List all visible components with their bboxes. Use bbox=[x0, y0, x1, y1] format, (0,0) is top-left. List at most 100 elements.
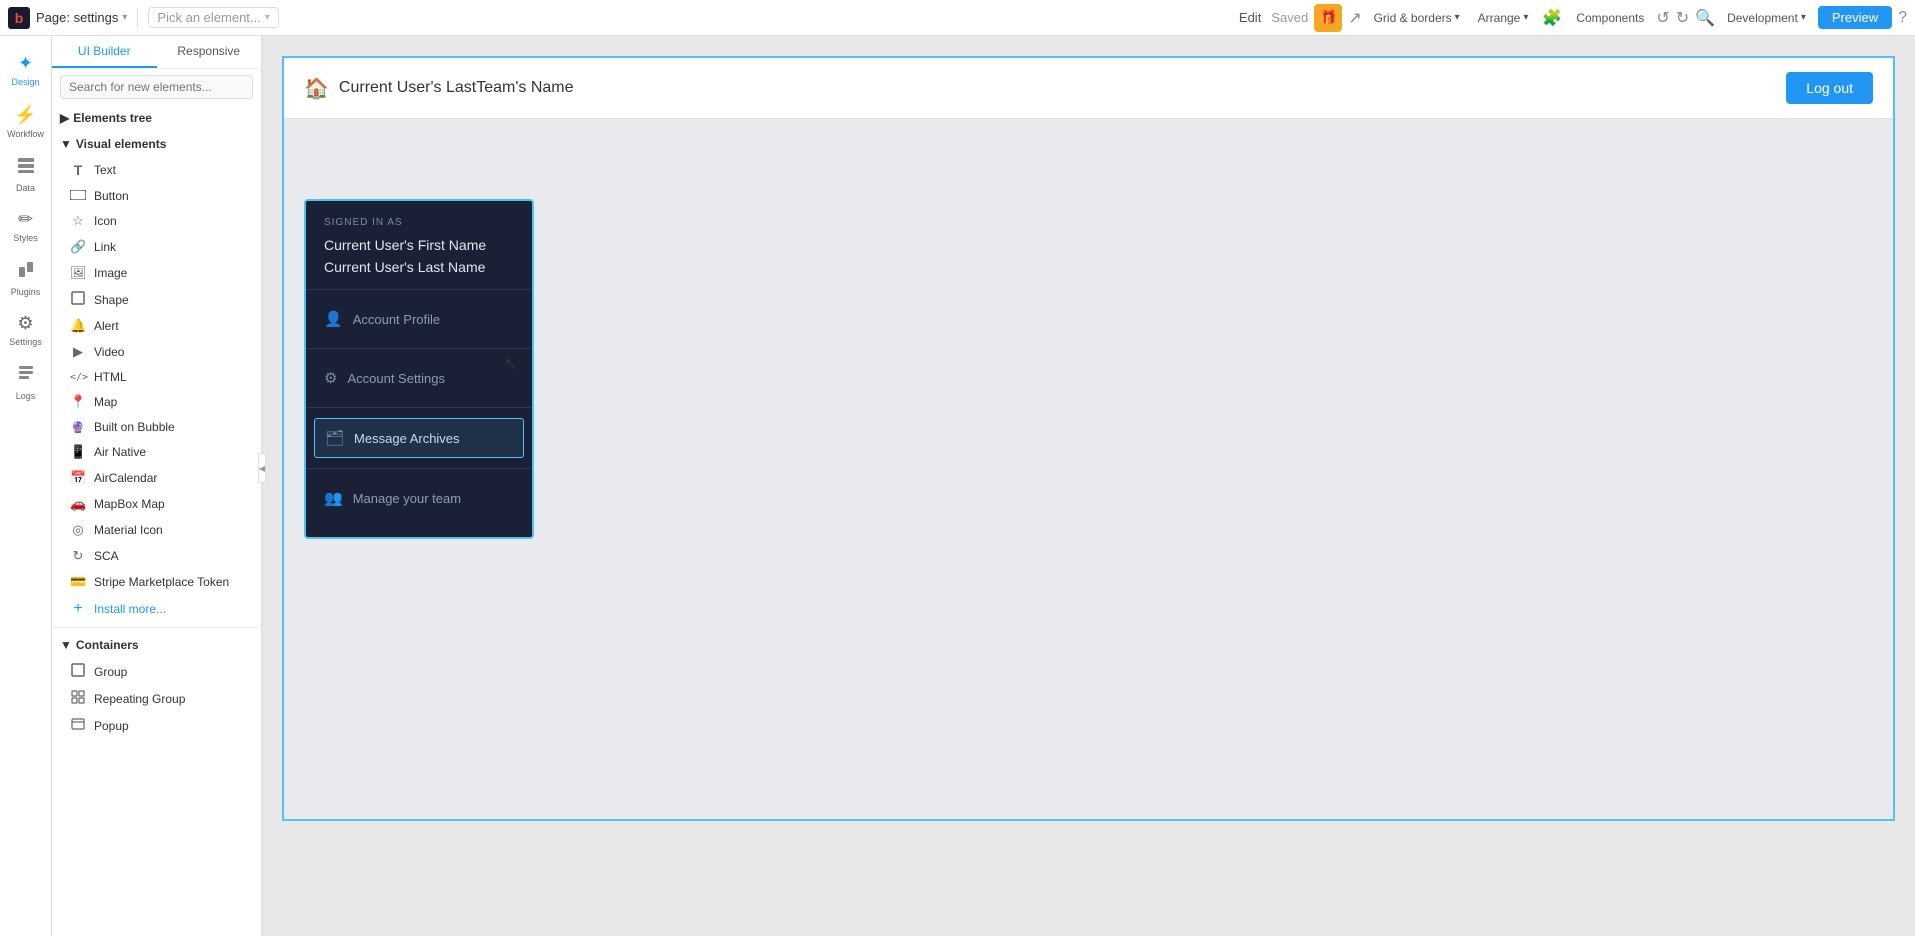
manage-team-icon: 👥 bbox=[324, 489, 343, 507]
visual-elements-arrow-icon: ▼ bbox=[60, 137, 72, 151]
page-content: SIGNED IN AS Current User's First Name C… bbox=[284, 119, 1893, 819]
element-html[interactable]: </> HTML bbox=[52, 365, 261, 389]
grid-borders-button[interactable]: Grid & borders ▾ bbox=[1368, 8, 1466, 28]
map-icon: 📍 bbox=[70, 394, 86, 410]
workflow-icon: ⚡ bbox=[14, 105, 36, 126]
tab-responsive[interactable]: Responsive bbox=[157, 36, 262, 68]
menu-item-account-profile[interactable]: 👤 Account Profile bbox=[306, 300, 532, 338]
element-shape[interactable]: Shape bbox=[52, 286, 261, 313]
nav-item-data[interactable]: Data bbox=[0, 148, 52, 200]
menu-divider-1 bbox=[306, 289, 532, 290]
containers-arrow-icon: ▼ bbox=[60, 638, 72, 652]
components-button[interactable]: Components bbox=[1570, 8, 1650, 28]
visual-elements-header[interactable]: ▼ Visual elements bbox=[52, 131, 261, 157]
containers-label: Containers bbox=[76, 638, 139, 652]
manage-team-label: Manage your team bbox=[353, 491, 461, 506]
nav-label-data: Data bbox=[16, 183, 35, 193]
containers-header[interactable]: ▼ Containers bbox=[52, 632, 261, 658]
element-group[interactable]: Group bbox=[52, 658, 261, 685]
tab-ui-builder[interactable]: UI Builder bbox=[52, 36, 157, 68]
element-video[interactable]: ▶ Video bbox=[52, 339, 261, 365]
nav-item-design[interactable]: ✦ Design bbox=[0, 44, 52, 96]
install-more-icon: + bbox=[70, 600, 86, 618]
undo-icon[interactable]: ↺ bbox=[1656, 8, 1669, 28]
arrange-button[interactable]: Arrange ▾ bbox=[1472, 8, 1535, 28]
element-link[interactable]: 🔗 Link bbox=[52, 234, 261, 260]
element-material-icon[interactable]: ◎ Material Icon bbox=[52, 517, 261, 543]
mapbox-icon: 🚗 bbox=[70, 496, 86, 512]
sca-icon: ↻ bbox=[70, 548, 86, 564]
nav-item-styles[interactable]: ✏ Styles bbox=[0, 200, 52, 252]
element-text[interactable]: T Text bbox=[52, 157, 261, 183]
element-button[interactable]: Button bbox=[52, 183, 261, 208]
menu-divider-2 bbox=[306, 348, 532, 349]
element-air-native[interactable]: 📱 Air Native bbox=[52, 439, 261, 465]
gift-button[interactable]: 🎁 bbox=[1314, 4, 1342, 32]
settings-icon: ⚙ bbox=[17, 313, 33, 334]
element-aircalendar-label: AirCalendar bbox=[94, 471, 157, 485]
nav-label-workflow: Workflow bbox=[7, 129, 44, 139]
element-html-label: HTML bbox=[94, 370, 127, 384]
edit-label: Edit bbox=[1239, 10, 1261, 25]
logout-button[interactable]: Log out bbox=[1786, 72, 1873, 104]
search-icon[interactable]: 🔍 bbox=[1695, 8, 1715, 28]
home-icon: 🏠 bbox=[304, 76, 329, 101]
app-preview: 🏠 Current User's LastTeam's Name Log out… bbox=[282, 56, 1895, 821]
design-icon: ✦ bbox=[18, 53, 33, 74]
element-icon-label: Icon bbox=[94, 214, 117, 228]
element-map[interactable]: 📍 Map bbox=[52, 389, 261, 415]
collapse-icon: ◀ bbox=[259, 464, 265, 473]
element-alert[interactable]: 🔔 Alert bbox=[52, 313, 261, 339]
development-button[interactable]: Development ▾ bbox=[1721, 8, 1812, 28]
account-profile-icon: 👤 bbox=[324, 310, 343, 328]
stripe-icon: 💳 bbox=[70, 574, 86, 590]
element-popup-label: Popup bbox=[94, 719, 129, 733]
menu-item-account-settings[interactable]: ⚙ Account Settings bbox=[306, 359, 532, 397]
element-icon[interactable]: ☆ Icon bbox=[52, 208, 261, 234]
element-popup[interactable]: Popup bbox=[52, 712, 261, 739]
preview-button[interactable]: Preview bbox=[1818, 6, 1892, 29]
cursor-icon[interactable]: ↗ bbox=[1348, 8, 1361, 28]
search-input[interactable] bbox=[60, 75, 253, 99]
group-icon bbox=[70, 663, 86, 680]
element-repeating-group[interactable]: Repeating Group bbox=[52, 685, 261, 712]
grid-chevron-icon: ▾ bbox=[1455, 12, 1460, 23]
panel-collapse-handle[interactable]: ◀ bbox=[258, 453, 266, 483]
app-header: 🏠 Current User's LastTeam's Name Log out bbox=[284, 58, 1893, 119]
element-install-more-label: Install more... bbox=[94, 602, 166, 616]
element-mapbox-label: MapBox Map bbox=[94, 497, 165, 511]
account-settings-icon: ⚙ bbox=[324, 369, 337, 387]
redo-icon[interactable]: ↻ bbox=[1676, 8, 1689, 28]
menu-item-message-archives[interactable]: 🗂 Message Archives bbox=[314, 418, 524, 458]
menu-divider-4 bbox=[306, 468, 532, 469]
nav-item-settings[interactable]: ⚙ Settings bbox=[0, 304, 52, 356]
message-archives-icon: 🗂 bbox=[325, 429, 344, 447]
element-mapbox[interactable]: 🚗 MapBox Map bbox=[52, 491, 261, 517]
element-stripe[interactable]: 💳 Stripe Marketplace Token bbox=[52, 569, 261, 595]
element-aircalendar[interactable]: 📅 AirCalendar bbox=[52, 465, 261, 491]
aircalendar-icon: 📅 bbox=[70, 470, 86, 486]
elements-tree-header[interactable]: ▶ Elements tree bbox=[52, 105, 261, 131]
help-icon[interactable]: ? bbox=[1898, 9, 1907, 27]
nav-item-logs[interactable]: Logs bbox=[0, 356, 52, 408]
canvas-inner: 🏠 Current User's LastTeam's Name Log out… bbox=[262, 36, 1915, 936]
page-label: Page: settings bbox=[36, 10, 118, 25]
element-text-label: Text bbox=[94, 163, 116, 177]
element-sca[interactable]: ↻ SCA bbox=[52, 543, 261, 569]
element-air-native-label: Air Native bbox=[94, 445, 146, 459]
visual-elements-label: Visual elements bbox=[76, 137, 167, 151]
nav-item-plugins[interactable]: Plugins bbox=[0, 252, 52, 304]
nav-item-workflow[interactable]: ⚡ Workflow bbox=[0, 96, 52, 148]
element-picker[interactable]: Pick an element... ▾ bbox=[148, 7, 278, 28]
built-on-bubble-icon: 🔮 bbox=[70, 421, 86, 434]
page-selector[interactable]: Page: settings ▾ bbox=[36, 10, 127, 25]
element-built-on-bubble[interactable]: 🔮 Built on Bubble bbox=[52, 415, 261, 439]
menu-item-manage-team[interactable]: 👥 Manage your team bbox=[306, 479, 532, 517]
element-image[interactable]: 🖼 Image bbox=[52, 260, 261, 286]
shape-icon bbox=[70, 291, 86, 308]
element-install-more[interactable]: + Install more... bbox=[52, 595, 261, 623]
alert-icon: 🔔 bbox=[70, 318, 86, 334]
nav-label-settings: Settings bbox=[9, 337, 42, 347]
element-repeating-group-label: Repeating Group bbox=[94, 692, 185, 706]
left-nav: ✦ Design ⚡ Workflow Data ✏ Styles Plugin… bbox=[0, 36, 52, 936]
